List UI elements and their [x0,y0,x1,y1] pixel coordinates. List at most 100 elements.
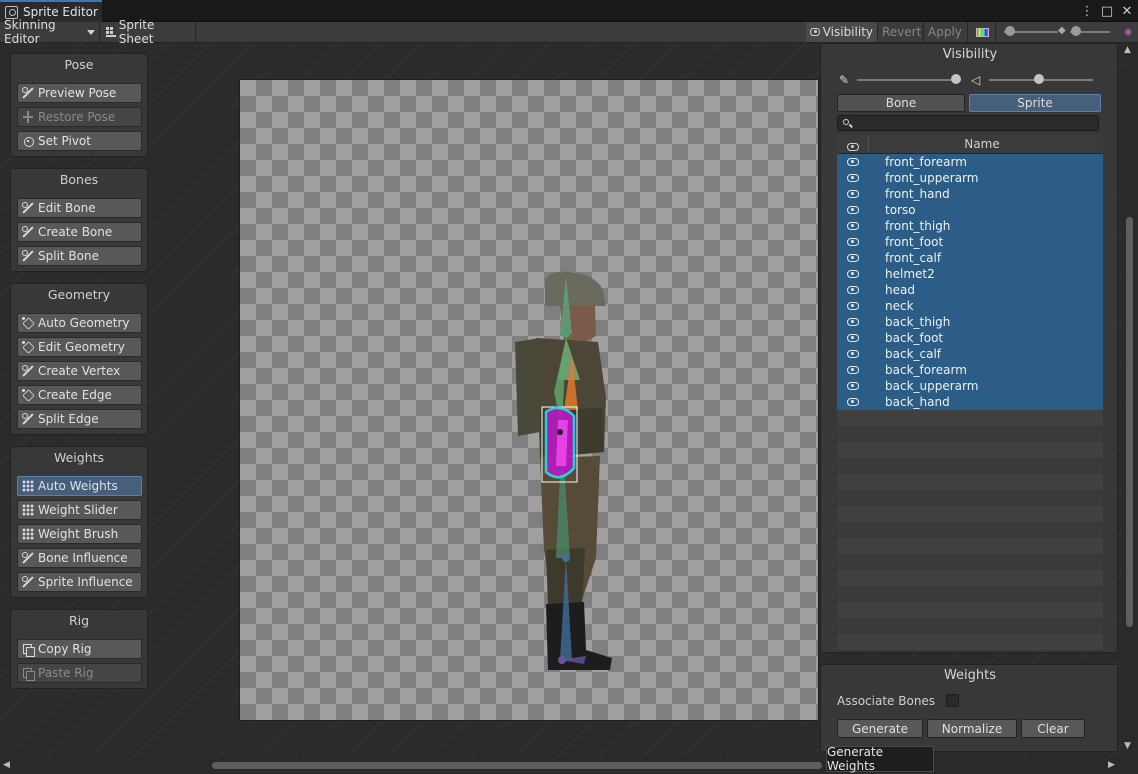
empty-row [837,506,1103,522]
tab-bone[interactable]: Bone [837,94,965,112]
list-item[interactable]: front_forearm [837,154,1103,170]
apply-button[interactable]: Apply [924,22,968,42]
opacity-slider[interactable] [1070,26,1110,38]
set-pivot-button[interactable]: Set Pivot [17,131,142,151]
list-item[interactable]: helmet2 [837,266,1103,282]
search-icon [843,119,849,125]
list-item[interactable]: front_calf [837,250,1103,266]
alpha-slider-knob[interactable] [1005,26,1015,36]
paste-rig-label: Paste Rig [38,666,94,680]
chevron-down-icon [87,29,95,35]
bone-influence-button[interactable]: Bone Influence [17,548,142,568]
horizontal-scrollbar[interactable]: ◀ ▶ [0,758,1138,774]
scroll-right-icon[interactable]: ▶ [1108,760,1115,770]
eye-icon[interactable] [847,334,859,342]
empty-row [837,410,1103,426]
edit-bone-button[interactable]: Edit Bone [17,198,142,218]
eye-icon[interactable] [847,302,859,310]
visibility-toggle[interactable]: Visibility [806,22,878,42]
auto-weights-button[interactable]: Auto Weights [17,476,142,496]
row-name: back_foot [885,331,944,345]
eye-icon[interactable] [847,254,859,262]
mesh-opacity-knob[interactable] [1034,74,1044,84]
bone-opacity-knob[interactable] [951,74,961,84]
weight-slider-button[interactable]: Weight Slider [17,500,142,520]
eye-icon[interactable] [847,286,859,294]
split-bone-icon [22,250,34,262]
sprite-editor-icon [5,5,18,19]
preview-pose-button[interactable]: Preview Pose [17,83,142,103]
eye-icon[interactable] [847,158,859,166]
more-options-icon[interactable]: ⋮ [1080,4,1094,19]
search-input[interactable] [837,115,1099,131]
create-bone-button[interactable]: Create Bone [17,222,142,242]
associate-bones-checkbox[interactable] [946,694,959,707]
weight-brush-icon [22,528,34,540]
geometry-panel-title: Geometry [47,287,111,302]
bone-opacity-icon: ◆ [1058,25,1066,36]
eye-icon[interactable] [847,366,859,374]
list-item[interactable]: front_thigh [837,218,1103,234]
opacity-slider-knob[interactable] [1071,26,1081,36]
maximize-icon[interactable]: □ [1100,4,1114,19]
color-mode-button[interactable] [970,22,996,42]
eye-icon[interactable] [847,398,859,406]
eye-icon[interactable] [847,174,859,182]
eye-icon[interactable] [847,190,859,198]
eye-icon[interactable] [847,238,859,246]
list-item[interactable]: front_hand [837,186,1103,202]
eye-icon[interactable] [847,270,859,278]
eye-icon[interactable] [847,382,859,390]
mesh-opacity-slider[interactable] [989,74,1093,86]
copy-rig-label: Copy Rig [38,642,92,656]
paste-rig-button[interactable]: Paste Rig [17,663,142,683]
revert-button[interactable]: Revert [878,22,924,42]
auto-geometry-label: Auto Geometry [38,316,130,330]
create-vertex-button[interactable]: Create Vertex [17,361,142,381]
list-item[interactable]: head [837,282,1103,298]
edit-geometry-button[interactable]: Edit Geometry [17,337,142,357]
set-pivot-label: Set Pivot [38,134,91,148]
eye-icon[interactable] [847,350,859,358]
alpha-slider[interactable] [1004,26,1058,38]
list-item[interactable]: front_foot [837,234,1103,250]
scroll-left-icon[interactable]: ◀ [3,760,10,770]
eye-icon[interactable] [847,206,859,214]
create-edge-button[interactable]: Create Edge [17,385,142,405]
vertical-scrollbar[interactable]: ▲ ▼ [1122,43,1138,758]
list-item[interactable]: back_forearm [837,362,1103,378]
tab-sprite[interactable]: Sprite [969,94,1101,112]
auto-geometry-button[interactable]: Auto Geometry [17,313,142,333]
eye-icon[interactable] [847,222,859,230]
scroll-up-icon[interactable]: ▲ [1124,45,1131,55]
generate-button[interactable]: Generate [837,719,923,738]
list-item[interactable]: neck [837,298,1103,314]
scroll-down-icon[interactable]: ▼ [1124,741,1131,751]
tooltip: Generate Weights [826,745,934,773]
split-bone-button[interactable]: Split Bone [17,246,142,266]
list-item[interactable]: back_calf [837,346,1103,362]
normalize-button[interactable]: Normalize [927,719,1017,738]
list-item[interactable]: back_hand [837,394,1103,410]
list-item[interactable]: back_thigh [837,314,1103,330]
clear-button[interactable]: Clear [1021,719,1085,738]
list-item[interactable]: back_upperarm [837,378,1103,394]
list-item[interactable]: torso [837,202,1103,218]
list-item[interactable]: front_upperarm [837,170,1103,186]
split-edge-button[interactable]: Split Edge [17,409,142,429]
close-icon[interactable]: ✕ [1120,4,1134,19]
horizontal-scrollbar-thumb[interactable] [212,762,822,769]
weight-brush-button[interactable]: Weight Brush [17,524,142,544]
sprite-sheet-button[interactable]: Sprite Sheet [102,18,196,46]
mode-dropdown[interactable]: Skinning Editor [0,18,100,46]
eye-icon[interactable] [847,318,859,326]
row-name: back_forearm [885,363,967,377]
sprite-influence-button[interactable]: Sprite Influence [17,572,142,592]
empty-row [837,474,1103,490]
sprite-canvas[interactable] [239,79,819,721]
restore-pose-button[interactable]: Restore Pose [17,107,142,127]
bone-opacity-slider[interactable] [857,74,961,86]
copy-rig-button[interactable]: Copy Rig [17,639,142,659]
vertical-scrollbar-thumb[interactable] [1126,217,1133,627]
list-item[interactable]: back_foot [837,330,1103,346]
